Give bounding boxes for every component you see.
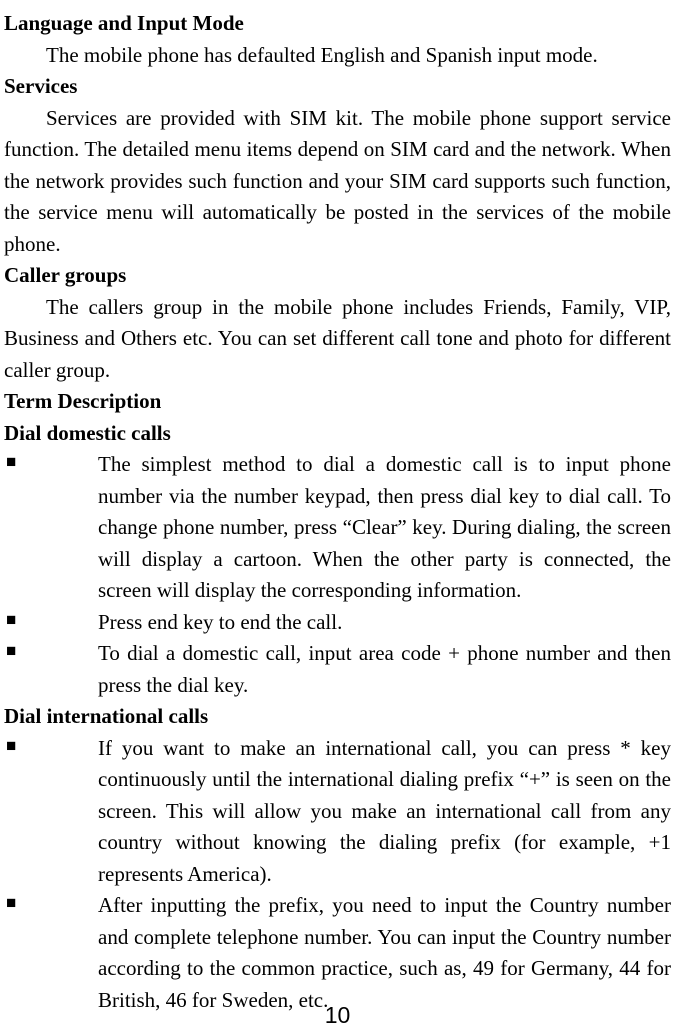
paragraph-language-input: The mobile phone has defaulted English a…: [4, 40, 671, 72]
paragraph-services: Services are provided with SIM kit. The …: [4, 103, 671, 261]
square-bullet-icon: ■: [4, 890, 98, 916]
list-item: ■ Press end key to end the call.: [4, 607, 671, 639]
heading-dial-domestic: Dial domestic calls: [4, 418, 671, 450]
list-item-text: The simplest method to dial a domestic c…: [98, 449, 671, 607]
list-item: ■ If you want to make an international c…: [4, 733, 671, 891]
heading-language-input: Language and Input Mode: [4, 8, 671, 40]
square-bullet-icon: ■: [4, 607, 98, 633]
list-item: ■ To dial a domestic call, input area co…: [4, 638, 671, 701]
square-bullet-icon: ■: [4, 449, 98, 475]
square-bullet-icon: ■: [4, 733, 98, 759]
heading-term-description: Term Description: [4, 386, 671, 418]
list-item-text: After inputting the prefix, you need to …: [98, 890, 671, 1016]
heading-services: Services: [4, 71, 671, 103]
list-item-text: Press end key to end the call.: [98, 607, 671, 639]
list-item-text: If you want to make an international cal…: [98, 733, 671, 891]
square-bullet-icon: ■: [4, 638, 98, 664]
list-item-text: To dial a domestic call, input area code…: [98, 638, 671, 701]
heading-caller-groups: Caller groups: [4, 260, 671, 292]
heading-dial-international: Dial international calls: [4, 701, 671, 733]
paragraph-caller-groups: The callers group in the mobile phone in…: [4, 292, 671, 387]
page-number: 10: [325, 998, 351, 1033]
list-item: ■ The simplest method to dial a domestic…: [4, 449, 671, 607]
